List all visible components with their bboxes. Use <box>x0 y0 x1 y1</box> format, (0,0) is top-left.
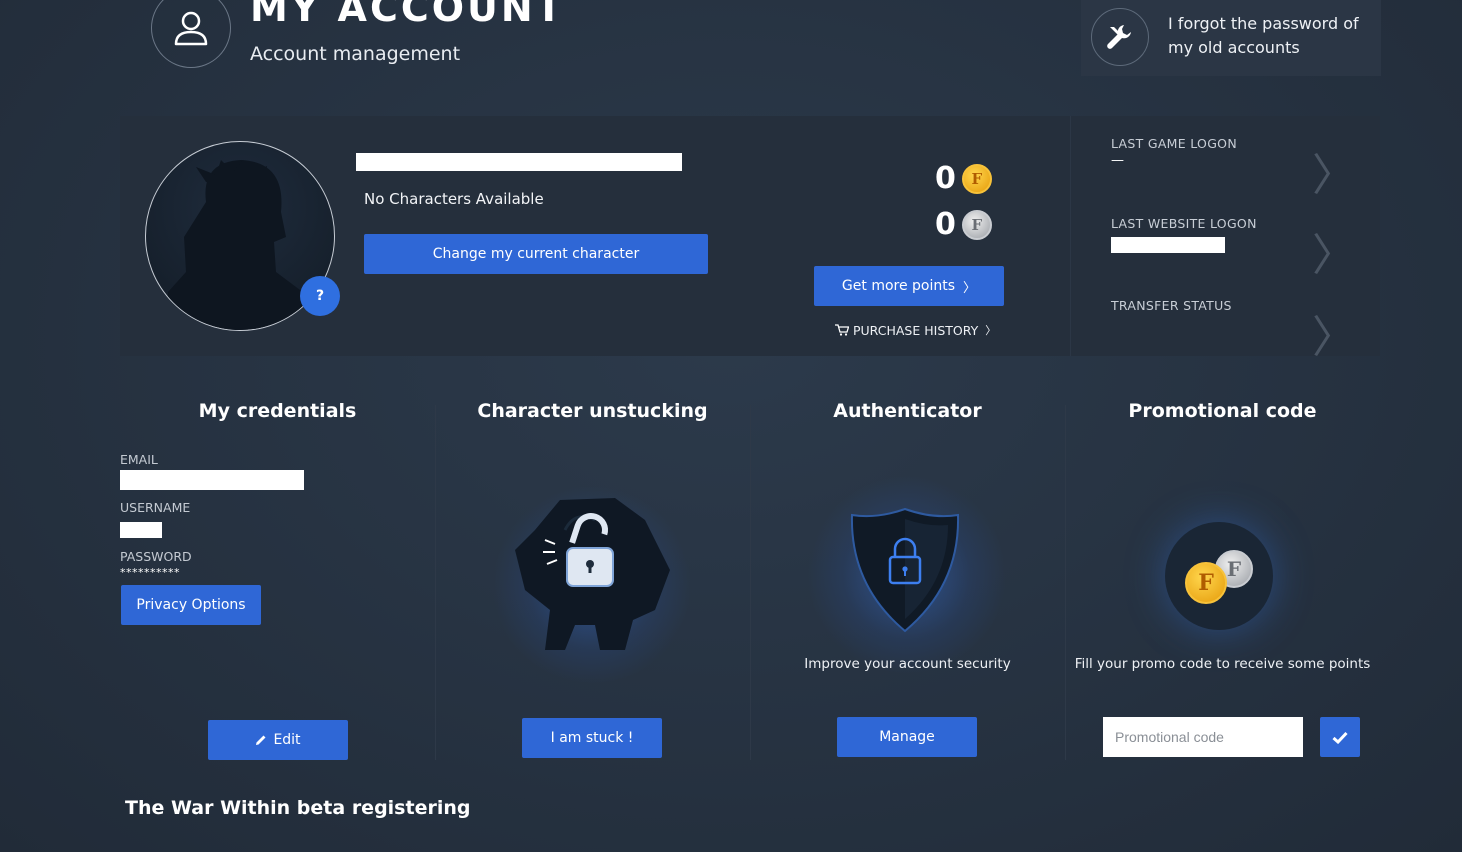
chevron-right-icon: 〉 <box>963 280 977 296</box>
page-subtitle: Account management <box>250 43 461 65</box>
chevron-right-icon: 〉 <box>1312 312 1356 363</box>
last-website-logon-label: LAST WEBSITE LOGON <box>1111 216 1257 231</box>
password-label: PASSWORD <box>120 549 192 564</box>
shield-icon <box>850 507 960 633</box>
promo-title: Promotional code <box>1128 400 1317 422</box>
forgot-icon-circle <box>1091 8 1149 66</box>
chevron-right-icon: 〉 <box>1312 150 1356 201</box>
no-characters-text: No Characters Available <box>364 190 544 208</box>
chevron-right-icon: 〉 <box>985 324 997 337</box>
account-icon-circle <box>151 0 231 68</box>
get-more-points-label: Get more points <box>841 278 956 294</box>
redacted-username <box>120 522 162 538</box>
email-label: EMAIL <box>120 452 158 467</box>
credentials-section: My credentials EMAIL USERNAME PASSWORD *… <box>120 400 435 760</box>
edit-label: Edit <box>273 732 301 748</box>
redacted-website-logon <box>1111 237 1225 253</box>
forgot-password-link[interactable]: I forgot the password of my old accounts <box>1081 0 1381 76</box>
edit-credentials-button[interactable]: Edit <box>208 720 348 760</box>
promo-description: Fill your promo code to receive some poi… <box>1074 656 1371 672</box>
redacted-email <box>120 470 304 490</box>
avatar-help-button[interactable]: ? <box>300 276 340 316</box>
gold-points: 0 F <box>935 161 998 196</box>
stuck-character-illustration <box>515 498 670 650</box>
unstuck-section: Character unstucking I am stuck ! <box>435 400 750 760</box>
gold-points-value: 0 <box>935 161 956 196</box>
pencil-icon <box>256 735 266 745</box>
last-game-logon-row[interactable]: LAST GAME LOGON — 〉 <box>1111 136 1366 216</box>
check-icon <box>1332 731 1348 744</box>
forgot-password-text: I forgot the password of my old accounts <box>1168 14 1359 57</box>
user-icon <box>174 11 208 46</box>
promo-code-input[interactable] <box>1103 717 1303 757</box>
purchase-history-link[interactable]: PURCHASE HISTORY 〉 <box>835 322 996 338</box>
page-title: MY ACCOUNT <box>250 0 565 30</box>
get-more-points-button[interactable]: Get more points 〉 <box>814 266 1004 306</box>
password-value: ********** <box>120 566 180 579</box>
manage-authenticator-button[interactable]: Manage <box>837 717 977 757</box>
gold-coin-icon: F <box>961 163 992 194</box>
username-label: USERNAME <box>120 500 191 515</box>
authenticator-title: Authenticator <box>833 400 982 422</box>
silver-points-value: 0 <box>935 207 956 242</box>
logon-info: LAST GAME LOGON — 〉 LAST WEBSITE LOGON 〉… <box>1070 116 1381 360</box>
cart-icon <box>835 324 849 336</box>
i-am-stuck-button[interactable]: I am stuck ! <box>522 718 662 758</box>
authenticator-description: Improve your account security <box>804 656 1011 672</box>
account-summary-panel: ? No Characters Available Change my curr… <box>120 116 1381 360</box>
unstuck-title: Character unstucking <box>477 400 708 422</box>
purchase-history-label: PURCHASE HISTORY <box>853 322 979 338</box>
transfer-status-label: TRANSFER STATUS <box>1111 298 1232 313</box>
promo-section: Promotional code F F Fill your promo cod… <box>1065 400 1380 760</box>
change-character-button[interactable]: Change my current character <box>364 234 708 274</box>
credentials-title: My credentials <box>198 400 357 422</box>
privacy-options-button[interactable]: Privacy Options <box>121 585 261 625</box>
submit-promo-button[interactable] <box>1320 717 1360 757</box>
gold-coin-icon: F <box>1185 562 1227 604</box>
beta-registering-title: The War Within beta registering <box>125 797 471 819</box>
transfer-status-row[interactable]: TRANSFER STATUS 〉 <box>1111 298 1366 378</box>
silver-coin-icon: F <box>961 209 992 240</box>
authenticator-section: Authenticator Improve your account secur… <box>750 400 1065 760</box>
last-game-logon-label: LAST GAME LOGON <box>1111 136 1237 151</box>
chevron-right-icon: 〉 <box>1312 230 1356 281</box>
wrench-icon <box>1107 25 1131 49</box>
silver-points: 0 F <box>935 207 998 242</box>
last-website-logon-row[interactable]: LAST WEBSITE LOGON 〉 <box>1111 216 1366 296</box>
redacted-character-name <box>356 153 682 171</box>
